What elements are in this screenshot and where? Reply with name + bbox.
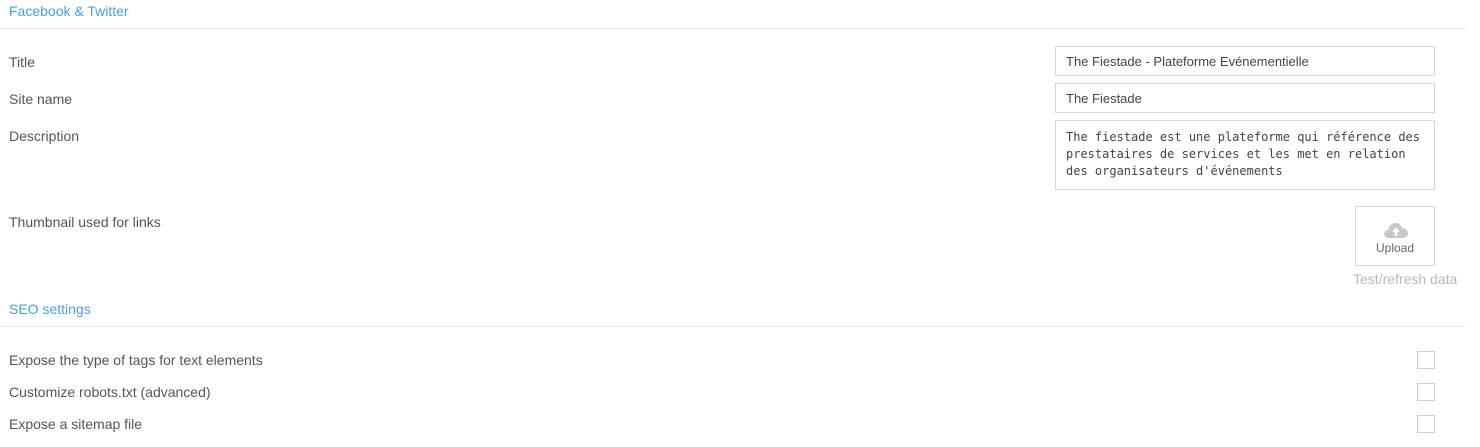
- customize-robots-checkbox[interactable]: [1417, 383, 1435, 401]
- site-name-label: Site name: [9, 91, 73, 107]
- upload-button[interactable]: Upload: [1355, 206, 1435, 266]
- expose-tags-label: Expose the type of tags for text element…: [9, 352, 263, 368]
- description-textarea[interactable]: The fiestade est une plateforme qui réfé…: [1055, 120, 1435, 190]
- upload-label: Upload: [1375, 241, 1415, 255]
- expose-sitemap-checkbox[interactable]: [1417, 415, 1435, 433]
- section-divider: [0, 326, 1465, 327]
- customize-robots-label: Customize robots.txt (advanced): [9, 384, 211, 400]
- expose-tags-checkbox[interactable]: [1417, 351, 1435, 369]
- title-input[interactable]: [1055, 46, 1435, 76]
- thumbnail-label: Thumbnail used for links: [9, 214, 161, 230]
- cloud-upload-icon: [1384, 223, 1408, 238]
- section-divider: [0, 28, 1465, 29]
- site-name-input[interactable]: [1055, 83, 1435, 113]
- description-label: Description: [9, 128, 80, 144]
- expose-sitemap-label: Expose a sitemap file: [9, 416, 143, 432]
- seo-settings-heading: SEO settings: [9, 301, 91, 317]
- test-refresh-link[interactable]: Test/refresh data: [1353, 271, 1457, 287]
- title-label: Title: [9, 54, 35, 70]
- facebook-twitter-heading: Facebook & Twitter: [9, 3, 129, 19]
